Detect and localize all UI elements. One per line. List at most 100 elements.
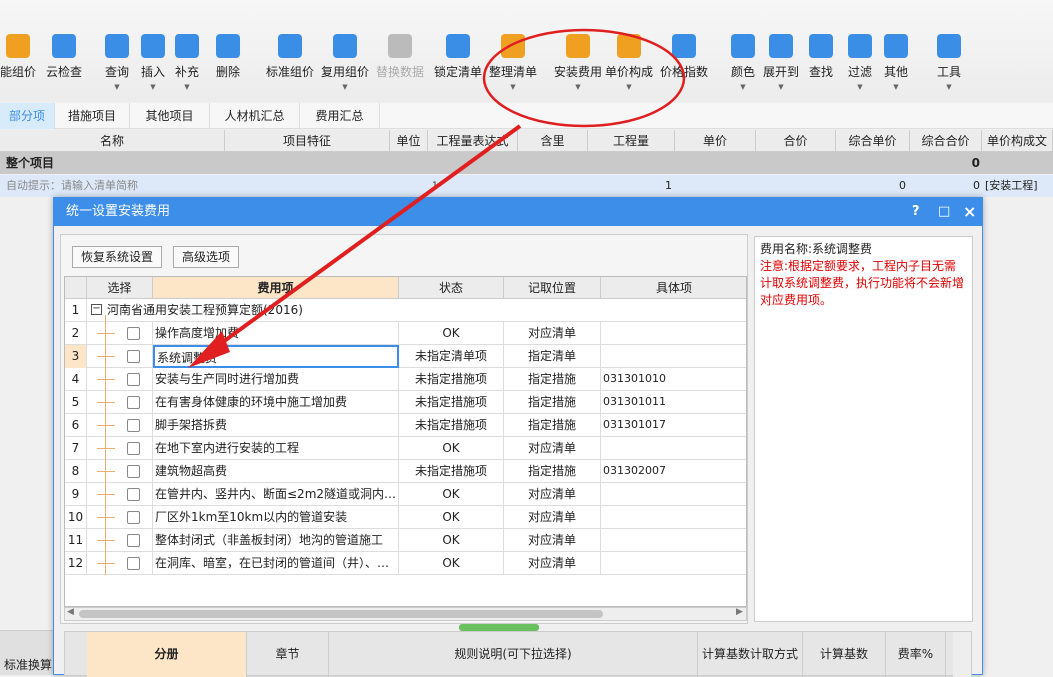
scroll-thumb[interactable]	[79, 610, 603, 618]
position-cell[interactable]: 指定措施	[504, 368, 601, 391]
tab-0[interactable]: 部分项	[0, 103, 55, 129]
chevron-down-icon[interactable]: ▼	[485, 83, 541, 91]
toolbar-button-5[interactable]: 删除	[200, 34, 256, 80]
column-header-2[interactable]: 状态	[399, 277, 504, 299]
column-header-4[interactable]: 具体项	[601, 277, 746, 299]
position-cell[interactable]: 指定措施	[504, 391, 601, 414]
position-cell[interactable]: 对应清单	[504, 322, 601, 345]
input-row[interactable]: 自动提示：请输入清单简称 1 1 0 0 [安装工程]	[0, 175, 1053, 197]
chevron-down-icon[interactable]: ▼	[159, 83, 215, 91]
help-icon[interactable]: ?	[912, 198, 920, 226]
fee-name-cell[interactable]: 整体封闭式（非盖板封闭）地沟的管道施工	[153, 529, 399, 552]
column-header[interactable]: 项目特征	[225, 130, 390, 152]
toolbar-button-6[interactable]: 标准组价	[262, 34, 318, 80]
specific-item-cell[interactable]	[601, 529, 746, 552]
toolbar-button-7[interactable]: 复用组价 ▼	[317, 34, 373, 91]
checkbox[interactable]	[127, 396, 140, 409]
scroll-left-icon[interactable]: ◀	[67, 607, 74, 617]
fee-name-cell[interactable]: 在管井内、竖井内、断面≤2m2隧道或洞内…	[153, 483, 399, 506]
fee-row[interactable]: 4 安装与生产同时进行增加费 未指定措施项 指定措施 031301010	[65, 368, 746, 391]
advanced-options-button[interactable]: 高级选项	[173, 246, 240, 268]
toolbar-button-9[interactable]: 锁定清单	[430, 34, 486, 80]
toolbar-button-19[interactable]: 工具 ▼	[921, 34, 977, 91]
checkbox[interactable]	[127, 419, 140, 432]
toolbar-button-11[interactable]: 安装费用 ▼	[550, 34, 606, 91]
scroll-right-icon[interactable]: ▶	[736, 607, 743, 617]
group-row[interactable]: 1− 河南省通用安装工程预算定额(2016)	[65, 299, 746, 322]
column-header-1[interactable]: 章节	[247, 632, 329, 677]
name-input[interactable]: 自动提示：请输入清单简称	[6, 175, 138, 197]
checkbox[interactable]	[127, 350, 140, 363]
specific-item-cell[interactable]: 031301017	[601, 414, 746, 437]
collapse-toggle-icon[interactable]: −	[91, 304, 102, 315]
fee-name-cell[interactable]: 在有害身体健康的环境中施工增加费	[153, 391, 399, 414]
fee-name-cell[interactable]: 厂区外1km至10km以内的管道安装	[153, 506, 399, 529]
fee-row[interactable]: 10 厂区外1km至10km以内的管道安装 OK 对应清单	[65, 506, 746, 529]
fee-name-cell[interactable]: 建筑物超高费	[153, 460, 399, 483]
position-cell[interactable]: 对应清单	[504, 529, 601, 552]
position-cell[interactable]: 对应清单	[504, 506, 601, 529]
tab-4[interactable]: 费用汇总	[300, 103, 380, 129]
position-cell[interactable]: 指定措施	[504, 460, 601, 483]
checkbox[interactable]	[127, 373, 140, 386]
column-header[interactable]: 工程量	[588, 130, 675, 152]
fee-name-cell[interactable]: 系统调整费	[153, 345, 399, 368]
specific-item-cell[interactable]	[601, 322, 746, 345]
specific-item-cell[interactable]: 031301010	[601, 368, 746, 391]
toolbar-button-8[interactable]: 替换数据	[372, 34, 428, 80]
checkbox[interactable]	[127, 534, 140, 547]
vertical-scrollbar[interactable]	[953, 632, 971, 677]
column-header-4[interactable]: 计算基数	[803, 632, 886, 677]
maximize-icon[interactable]: □	[938, 198, 950, 226]
column-header[interactable]: 含里	[518, 130, 588, 152]
fee-row[interactable]: 12 在洞库、暗室，在已封闭的管道间（井）、… OK 对应清单	[65, 552, 746, 575]
horizontal-scrollbar[interactable]: ◀ ▶	[64, 607, 747, 621]
fee-name-cell[interactable]: 脚手架搭拆费	[153, 414, 399, 437]
chevron-down-icon[interactable]: ▼	[921, 83, 977, 91]
column-header[interactable]: 综合单价	[836, 130, 910, 152]
tab-standard-conversion[interactable]: 标准换算	[4, 656, 52, 673]
checkbox[interactable]	[127, 557, 140, 570]
position-cell[interactable]: 对应清单	[504, 437, 601, 460]
fee-row[interactable]: 11 整体封闭式（非盖板封闭）地沟的管道施工 OK 对应清单	[65, 529, 746, 552]
column-header[interactable]: 工程量表达式	[428, 130, 518, 152]
tab-2[interactable]: 其他项目	[130, 103, 210, 129]
close-icon[interactable]: ×	[963, 198, 976, 226]
toolbar-button-10[interactable]: 整理清单 ▼	[485, 34, 541, 91]
specific-item-cell[interactable]	[601, 552, 746, 575]
toolbar-button-12[interactable]: 单价构成 ▼	[601, 34, 657, 91]
column-header-2[interactable]: 规则说明(可下拉选择)	[329, 632, 698, 677]
chevron-down-icon[interactable]: ▼	[601, 83, 657, 91]
fee-row[interactable]: 3 系统调整费 未指定清单项 指定清单	[65, 345, 746, 368]
chevron-down-icon[interactable]: ▼	[868, 83, 924, 91]
fee-row[interactable]: 2 操作高度增加费 OK 对应清单	[65, 322, 746, 345]
splitter-handle[interactable]	[459, 624, 539, 631]
checkbox[interactable]	[127, 442, 140, 455]
column-header-0[interactable]: 分册	[87, 632, 247, 677]
column-header[interactable]: 合价	[756, 130, 836, 152]
fee-name-cell[interactable]: 在地下室内进行安装的工程	[153, 437, 399, 460]
fee-row[interactable]: 9 在管井内、竖井内、断面≤2m2隧道或洞内… OK 对应清单	[65, 483, 746, 506]
dialog-title-bar[interactable]: 统一设置安装费用 ? □ ×	[54, 198, 982, 226]
fee-name-cell[interactable]: 操作高度增加费	[153, 322, 399, 345]
group-row[interactable]: 整个项目 0	[0, 152, 1053, 174]
chevron-down-icon[interactable]: ▼	[753, 83, 809, 91]
specific-item-cell[interactable]: 031302007	[601, 460, 746, 483]
position-cell[interactable]: 对应清单	[504, 552, 601, 575]
column-header-3[interactable]: 记取位置	[504, 277, 601, 299]
specific-item-cell[interactable]	[601, 345, 746, 368]
checkbox[interactable]	[127, 465, 140, 478]
chevron-down-icon[interactable]: ▼	[317, 83, 373, 91]
column-header-1[interactable]: 费用项	[153, 277, 399, 299]
specific-item-cell[interactable]	[601, 437, 746, 460]
column-header[interactable]: 单价	[675, 130, 756, 152]
position-cell[interactable]: 对应清单	[504, 483, 601, 506]
fee-name-cell[interactable]: 安装与生产同时进行增加费	[153, 368, 399, 391]
checkbox[interactable]	[127, 511, 140, 524]
fee-row[interactable]: 7 在地下室内进行安装的工程 OK 对应清单	[65, 437, 746, 460]
toolbar-button-13[interactable]: 价格指数	[656, 34, 712, 80]
specific-item-cell[interactable]	[601, 506, 746, 529]
tab-3[interactable]: 人材机汇总	[210, 103, 300, 129]
column-header-5[interactable]: 费率%	[886, 632, 946, 677]
fee-row[interactable]: 5 在有害身体健康的环境中施工增加费 未指定措施项 指定措施 031301011	[65, 391, 746, 414]
